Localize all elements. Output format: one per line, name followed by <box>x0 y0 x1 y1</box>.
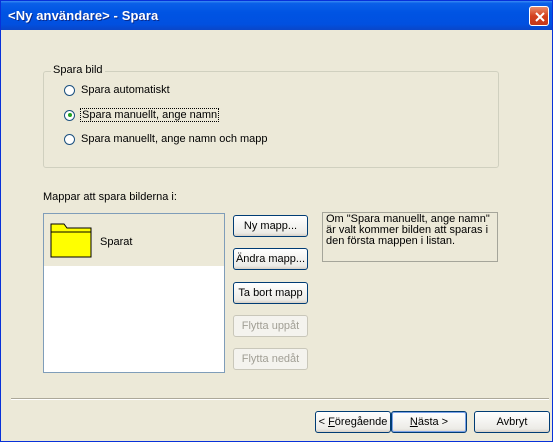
change-folder-button[interactable]: Ändra mapp... <box>233 248 308 270</box>
radio-label: Spara automatiskt <box>81 84 170 96</box>
folder-icon <box>50 223 92 258</box>
radio-button[interactable] <box>64 84 75 96</box>
info-text: Om "Spara manuellt, ange namn" är valt k… <box>322 212 498 262</box>
cancel-button[interactable]: Avbryt <box>474 411 550 433</box>
next-button[interactable]: Nästa > <box>391 411 467 433</box>
folders-label: Mappar att spara bilderna i: <box>43 191 177 203</box>
radio-save-manual-name-folder[interactable]: Spara manuellt, ange namn och mapp <box>64 131 268 147</box>
radio-button[interactable] <box>64 109 75 121</box>
save-image-group: Spara bild Spara automatiskt Spara manue… <box>43 64 499 168</box>
folder-listbox[interactable]: Sparat <box>43 213 225 373</box>
next-label: ästa > <box>417 416 449 428</box>
new-folder-button[interactable]: Ny mapp... <box>233 215 308 237</box>
radio-save-manual-name[interactable]: Spara manuellt, ange namn <box>64 107 220 123</box>
back-prefix: < <box>318 416 329 428</box>
separator <box>11 398 549 400</box>
back-access-key: F <box>328 416 335 428</box>
radio-label: Spara manuellt, ange namn och mapp <box>81 133 268 145</box>
list-item[interactable]: Sparat <box>44 214 224 266</box>
next-access-key: N <box>409 416 418 428</box>
radio-button[interactable] <box>64 133 75 145</box>
delete-folder-button[interactable]: Ta bort mapp <box>233 282 308 304</box>
close-button[interactable] <box>529 6 549 26</box>
radio-label: Spara manuellt, ange namn <box>79 108 220 122</box>
radio-save-automatic[interactable]: Spara automatiskt <box>64 82 170 98</box>
window-title: <Ny användare> - Spara <box>8 8 159 23</box>
back-label: öregående <box>334 416 388 428</box>
save-image-legend: Spara bild <box>51 64 105 76</box>
back-button[interactable]: < Föregående <box>315 411 391 433</box>
move-down-button[interactable]: Flytta nedåt <box>233 348 308 370</box>
dialog-window: <Ny användare> - Spara Spara bild Spara … <box>0 0 553 442</box>
folder-name: Sparat <box>100 236 133 248</box>
move-up-button[interactable]: Flytta uppåt <box>233 315 308 337</box>
title-bar[interactable]: <Ny användare> - Spara <box>1 1 552 30</box>
close-icon <box>535 12 545 22</box>
